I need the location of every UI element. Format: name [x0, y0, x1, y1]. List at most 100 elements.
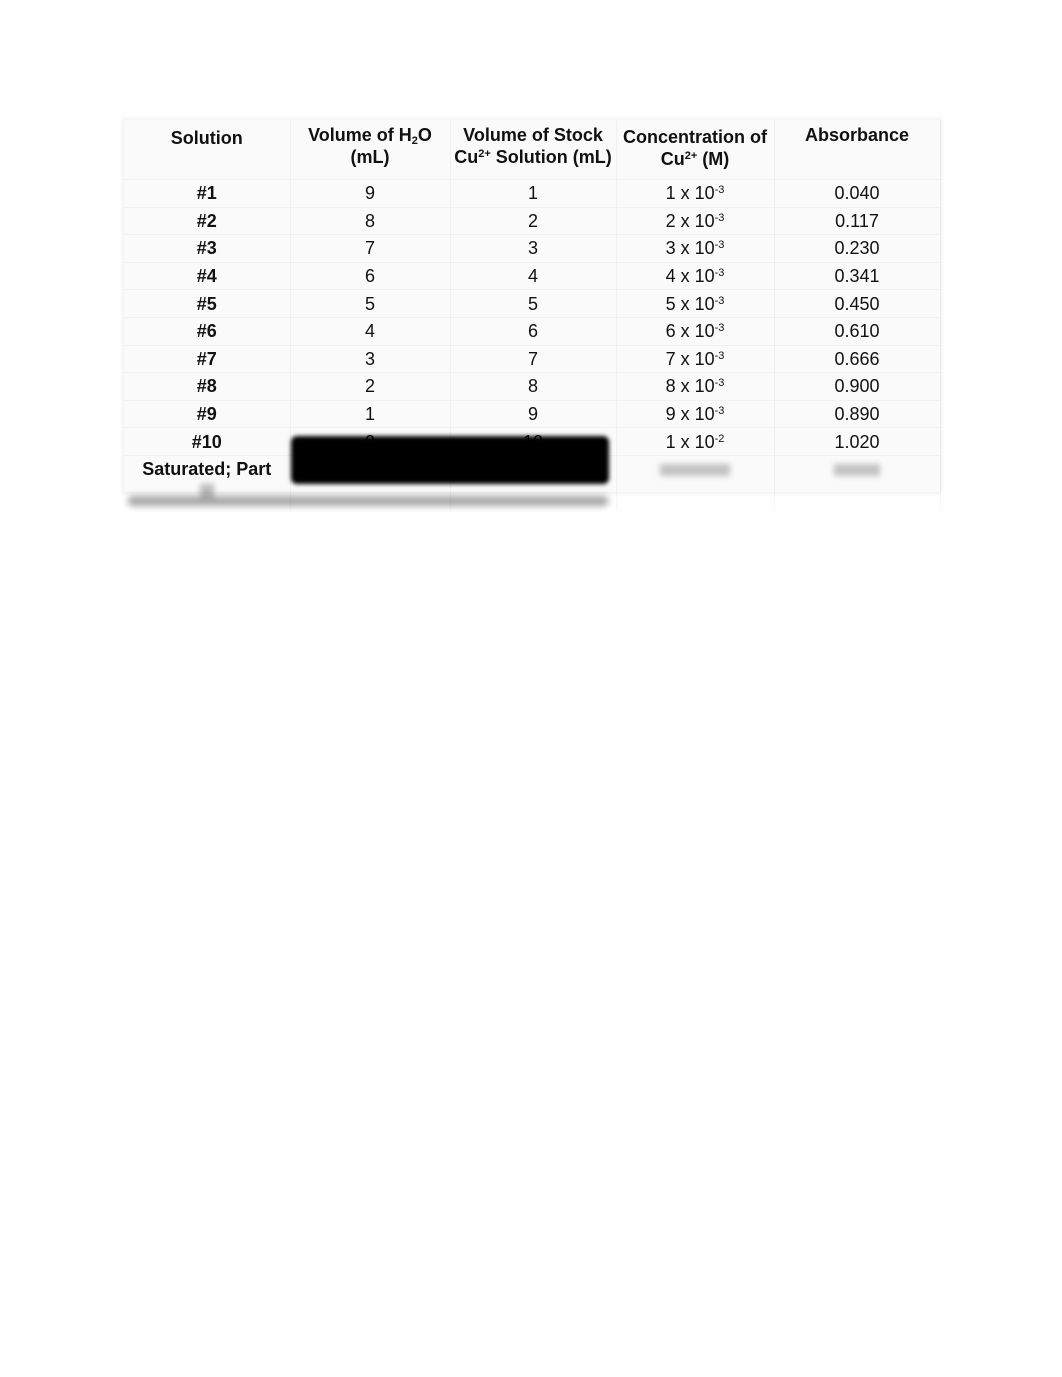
table-row: #1 9 1 1 x 10-3 0.040: [124, 179, 941, 208]
header-volume-stock: Volume of Stock Cu2+ Solution (mL): [450, 120, 617, 180]
header-volume-h2o-line2: (mL): [350, 147, 390, 167]
concentration-exponent: -3: [714, 267, 725, 280]
cell-solution: #8: [124, 372, 291, 401]
cell-absorbance: 0.040: [774, 179, 941, 208]
cell-absorbance: 1.020: [774, 427, 941, 456]
concentration-mantissa: 6 x 10: [665, 321, 715, 342]
cell-concentration: 3 x 10-3: [616, 234, 775, 263]
concentration-mantissa: 5 x 10: [665, 293, 715, 314]
header-concentration-line2: Cu2+ (M): [617, 148, 774, 170]
cell-volume-stock: 5: [450, 289, 617, 318]
cell-volume-stock: 2: [450, 207, 617, 235]
concentration-exponent: -3: [714, 239, 725, 252]
header-text: Solution (mL): [490, 147, 612, 167]
cell-absorbance-obscured: [774, 455, 941, 510]
cell-volume-h2o: 4: [290, 317, 451, 346]
cell-absorbance: 0.610: [774, 317, 941, 346]
cell-absorbance: 0.450: [774, 289, 941, 318]
header-volume-h2o: Volume of H2O (mL): [290, 120, 451, 180]
cell-solution: #4: [124, 262, 291, 290]
concentration-exponent: -3: [714, 184, 725, 197]
header-volume-stock-line1: Volume of Stock: [463, 125, 603, 145]
cell-volume-stock: 8: [450, 372, 617, 401]
concentration-exponent: -3: [714, 405, 725, 418]
concentration-exponent: -3: [714, 322, 725, 335]
concentration-mantissa: 3 x 10: [665, 238, 715, 259]
cell-volume-stock: 9: [450, 400, 617, 428]
header-text: (M): [697, 149, 730, 169]
header-solution: Solution: [124, 120, 291, 180]
blurred-caption-placeholder: [128, 496, 608, 507]
cell-volume-h2o: 8: [290, 207, 451, 235]
cell-absorbance: 0.666: [774, 345, 941, 373]
table-caption: [128, 492, 640, 514]
cell-solution: #5: [124, 289, 291, 318]
superscript: 2+: [684, 150, 698, 162]
cell-concentration: 9 x 10-3: [616, 400, 775, 428]
cell-volume-stock: 1: [450, 179, 617, 208]
table-row: #5 5 5 5 x 10-3 0.450: [124, 289, 941, 318]
cell-solution: #3: [124, 234, 291, 263]
cell-volume-h2o: 9: [290, 179, 451, 208]
header-volume-h2o-line1: Volume of H2O: [291, 124, 450, 147]
header-absorbance: Absorbance: [774, 120, 941, 180]
concentration-mantissa: 1 x 10: [665, 431, 715, 452]
header-text: Cu: [454, 147, 479, 167]
cell-concentration: 8 x 10-3: [616, 372, 775, 401]
table-row: #3 7 3 3 x 10-3 0.230: [124, 234, 941, 263]
cell-absorbance: 0.341: [774, 262, 941, 290]
cell-volume-stock: 3: [450, 234, 617, 263]
cell-absorbance: 0.900: [774, 372, 941, 401]
header-text: Cu: [660, 149, 685, 169]
header-text: Volume of H: [308, 125, 412, 145]
table-row: #7 3 7 7 x 10-3 0.666: [124, 345, 941, 373]
concentration-exponent: -3: [714, 211, 725, 224]
table-row: #2 8 2 2 x 10-3 0.117: [124, 207, 941, 235]
cell-volume-h2o: 6: [290, 262, 451, 290]
table-header-row: Solution Volume of H2O (mL) Volume of St…: [124, 120, 941, 180]
concentration-mantissa: 7 x 10: [665, 348, 715, 369]
concentration-exponent: -3: [714, 294, 725, 307]
cell-absorbance: 0.230: [774, 234, 941, 263]
cell-concentration: 4 x 10-3: [616, 262, 775, 290]
cell-concentration: 7 x 10-3: [616, 345, 775, 373]
cell-solution: #1: [124, 179, 291, 208]
table-row: #8 2 8 8 x 10-3 0.900: [124, 372, 941, 401]
concentration-exponent: -3: [714, 349, 725, 362]
superscript: 2+: [478, 148, 491, 160]
blurred-value: [660, 463, 730, 476]
header-concentration: Concentration of Cu2+ (M): [616, 120, 775, 180]
concentration-mantissa: 2 x 10: [665, 210, 715, 231]
cell-concentration: 5 x 10-3: [616, 289, 775, 318]
cell-absorbance: 0.117: [774, 207, 941, 235]
table-row: #6 4 6 6 x 10-3 0.610: [124, 317, 941, 346]
cell-solution: #10: [124, 427, 291, 456]
cell-volume-h2o: 5: [290, 289, 451, 318]
concentration-exponent: -2: [714, 432, 725, 445]
cell-volume-h2o: 3: [290, 345, 451, 373]
cell-volume-h2o: 1: [290, 400, 451, 428]
concentration-mantissa: 8 x 10: [665, 376, 715, 397]
cell-concentration: 1 x 10-3: [616, 179, 775, 208]
concentration-mantissa: 1 x 10: [665, 183, 715, 204]
table-row: #4 6 4 4 x 10-3 0.341: [124, 262, 941, 290]
redaction-box: [291, 436, 609, 484]
cell-volume-stock: 4: [450, 262, 617, 290]
cell-solution: #6: [124, 317, 291, 346]
table-row: #9 1 9 9 x 10-3 0.890: [124, 400, 941, 428]
header-text: O: [417, 125, 432, 145]
cell-solution: #2: [124, 207, 291, 235]
header-solution-label: Solution: [170, 128, 243, 148]
concentration-mantissa: 9 x 10: [665, 404, 715, 425]
header-concentration-line1: Concentration of: [623, 127, 767, 147]
cell-volume-stock: 6: [450, 317, 617, 346]
cell-volume-h2o: 2: [290, 372, 451, 401]
cell-solution: #7: [124, 345, 291, 373]
cell-absorbance: 0.890: [774, 400, 941, 428]
cell-concentration: 6 x 10-3: [616, 317, 775, 346]
cell-concentration: 2 x 10-3: [616, 207, 775, 235]
cell-concentration: 1 x 10-2: [616, 427, 775, 456]
concentration-mantissa: 4 x 10: [665, 266, 715, 287]
header-volume-stock-line2: Cu2+ Solution (mL): [451, 146, 616, 168]
cell-solution: #9: [124, 400, 291, 428]
